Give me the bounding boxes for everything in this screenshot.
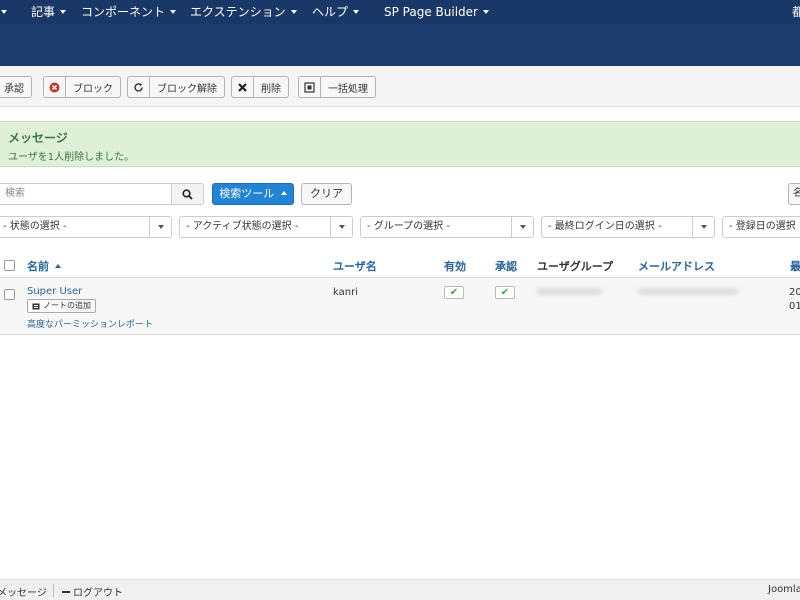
top-menu-bar: 記事 コンポーネント エクステンション ヘルプ SP Page Builder … bbox=[0, 0, 800, 24]
row-checkbox[interactable] bbox=[4, 289, 15, 300]
menu-help[interactable]: ヘルプ bbox=[312, 0, 360, 24]
chevron-down-icon bbox=[290, 9, 297, 14]
search-button[interactable] bbox=[171, 183, 204, 205]
menu-articles[interactable]: 記事 bbox=[31, 0, 67, 24]
filter-group-select[interactable]: - グループの選択 - bbox=[360, 216, 534, 238]
column-username[interactable]: ユーザ名 bbox=[333, 258, 377, 274]
chevron-down-icon bbox=[353, 9, 360, 14]
chevron-down-icon bbox=[511, 217, 533, 237]
footer-messages[interactable]: メッセージ bbox=[0, 584, 47, 599]
chevron-down-icon bbox=[60, 9, 67, 14]
toolbar: 承認 ブロック ブロック解除 削除 一括処理 bbox=[0, 66, 800, 107]
activated-toggle[interactable]: ✔ bbox=[495, 286, 515, 299]
filter-lastvisit-select[interactable]: - 最終ログイン日の選択 - bbox=[541, 216, 715, 238]
chevron-down-icon bbox=[1, 9, 7, 14]
chevron-down-icon bbox=[692, 217, 714, 237]
footer-logout[interactable]: ログアウト bbox=[62, 584, 123, 599]
check-icon: ✔ bbox=[449, 286, 459, 298]
sort-select[interactable]: 名 bbox=[788, 183, 800, 205]
chevron-down-icon bbox=[149, 217, 171, 237]
message-text: ユーザを1人削除しました。 bbox=[8, 152, 135, 163]
close-icon bbox=[232, 77, 254, 97]
table-header: 名前 ユーザ名 有効 承認 ユーザグループ メールアドレス 最 bbox=[0, 252, 800, 278]
refresh-icon bbox=[128, 77, 150, 97]
menu-users[interactable] bbox=[0, 0, 7, 24]
column-groups: ユーザグループ bbox=[537, 260, 614, 273]
message-title: メッセージ bbox=[8, 131, 68, 145]
caret-up-icon bbox=[280, 191, 287, 195]
clear-button[interactable]: クリア bbox=[301, 183, 352, 205]
table-row: Super User ノートの追加 高度なパーミッションレポート kanri ✔… bbox=[0, 278, 800, 335]
note-icon bbox=[32, 303, 40, 309]
select-all-checkbox[interactable] bbox=[4, 260, 15, 271]
batch-button[interactable]: 一括処理 bbox=[298, 76, 376, 98]
batch-icon bbox=[299, 77, 321, 97]
menu-extensions[interactable]: エクステンション bbox=[190, 0, 297, 24]
column-enabled[interactable]: 有効 bbox=[444, 258, 466, 274]
approve-button[interactable]: 承認 bbox=[0, 76, 32, 98]
check-icon: ✔ bbox=[500, 286, 510, 298]
block-icon bbox=[44, 77, 66, 97]
status-footer: メッセージ ログアウト Joomla bbox=[0, 579, 800, 600]
column-last-visit[interactable]: 最 bbox=[790, 258, 800, 274]
topbar-right-label[interactable]: 都 bbox=[792, 0, 800, 24]
page-header bbox=[0, 24, 800, 66]
menu-sp-page-builder[interactable]: SP Page Builder bbox=[384, 0, 489, 24]
search-tools-button[interactable]: 検索ツール bbox=[212, 183, 294, 205]
delete-button[interactable]: 削除 bbox=[231, 76, 289, 98]
chevron-down-icon bbox=[330, 217, 352, 237]
redacted-email bbox=[638, 288, 738, 295]
column-email[interactable]: メールアドレス bbox=[638, 258, 715, 274]
add-note-button[interactable]: ノートの追加 bbox=[27, 299, 96, 313]
redacted-group bbox=[537, 288, 602, 295]
block-button[interactable]: ブロック bbox=[43, 76, 121, 98]
last-visit-date: 20 01 bbox=[789, 287, 800, 312]
caret-up-icon bbox=[54, 264, 61, 268]
filter-state-select[interactable]: - 状態の選択 - bbox=[0, 216, 172, 238]
username-cell: kanri bbox=[333, 287, 358, 298]
menu-components[interactable]: コンポーネント bbox=[81, 0, 177, 24]
chevron-down-icon bbox=[482, 9, 489, 14]
success-message: メッセージ ユーザを1人削除しました。 bbox=[0, 121, 800, 167]
user-name-link[interactable]: Super User bbox=[27, 286, 82, 297]
minus-icon bbox=[62, 591, 70, 593]
column-activated[interactable]: 承認 bbox=[495, 258, 517, 274]
filter-active-select[interactable]: - アクティブ状態の選択 - bbox=[179, 216, 353, 238]
chevron-down-icon bbox=[170, 9, 177, 14]
search-input[interactable]: 検索 bbox=[0, 183, 172, 205]
footer-divider bbox=[53, 584, 54, 597]
footer-joomla: Joomla bbox=[768, 584, 800, 595]
permission-report-link[interactable]: 高度なパーミッションレポート bbox=[27, 317, 153, 330]
column-name[interactable]: 名前 bbox=[27, 258, 61, 274]
unblock-button[interactable]: ブロック解除 bbox=[127, 76, 225, 98]
search-icon bbox=[182, 188, 193, 200]
filter-registered-select[interactable]: - 登録日の選択 bbox=[722, 216, 800, 238]
enabled-toggle[interactable]: ✔ bbox=[444, 286, 464, 299]
